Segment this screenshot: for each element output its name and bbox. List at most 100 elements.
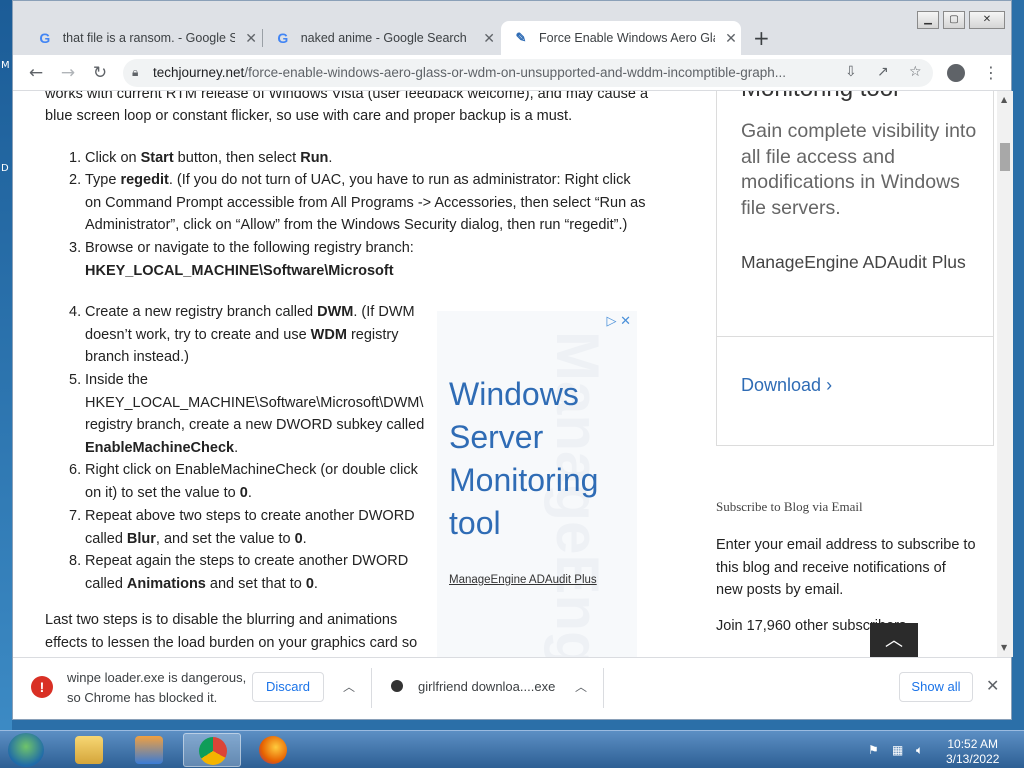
tab-force-aero[interactable]: ✎ Force Enable Windows Aero Glass ✕ <box>501 21 741 55</box>
step-number: 6. <box>69 462 82 478</box>
subscribe-heading: Subscribe to Blog via Email <box>716 499 863 514</box>
step-bold-text: Run <box>300 150 329 166</box>
ad-banner[interactable]: ManageEngine ▷ ✕ Windows Server Monitori… <box>437 311 637 657</box>
step-text: on Command Prompt accessible from All Pr… <box>85 194 646 211</box>
step-line: branch instead.) <box>85 346 415 369</box>
close-shelf-icon[interactable]: ✕ <box>986 676 999 696</box>
reload-icon[interactable]: ↻ <box>89 62 111 84</box>
firefox-icon <box>259 736 287 764</box>
show-all-button[interactable]: Show all <box>899 672 973 702</box>
step-text: on it) to set the value to <box>85 484 240 501</box>
sidebar-ad-card[interactable]: Monitoring tool Gain complete visibility… <box>716 91 994 446</box>
step-bold-text: 0 <box>239 484 248 501</box>
google-icon: G <box>39 30 51 46</box>
step-text: registry <box>346 326 399 343</box>
step-bold-text: DWM <box>317 304 354 320</box>
step-text: Type <box>85 172 121 188</box>
lock-icon[interactable]: 🔒︎ <box>132 65 138 80</box>
step-text: Click on <box>85 150 141 166</box>
step-text: Create a new registry branch called <box>85 304 318 320</box>
desktop-icon-label: D <box>1 163 9 174</box>
step-text: doesn’t work, try to create and use <box>85 326 311 343</box>
ad-choices-icon[interactable]: ▷ ✕ <box>606 313 631 329</box>
system-tray: ⚑ ▦ 🔈︎ 10:52 AM 3/13/2022 <box>858 733 1024 767</box>
browser-window: G that file is a ransom. - Google Se ✕ G… <box>12 0 1013 720</box>
chevron-up-icon[interactable]: ︿ <box>575 678 587 695</box>
step-number: 3. <box>69 240 82 256</box>
article-paragraph: Last two steps is to disable the blurrin… <box>45 612 398 628</box>
scroll-up-icon[interactable]: ▲ <box>1001 95 1007 104</box>
step-line: Administrator”, click on “Allow” from th… <box>85 214 646 237</box>
install-icon[interactable]: ⇩ <box>845 64 857 80</box>
step-text: . (If DWM <box>353 304 415 320</box>
card-divider <box>717 336 993 337</box>
step-line: doesn’t work, try to create and use WDM … <box>85 324 415 347</box>
media-player-taskbar-button[interactable] <box>120 733 178 767</box>
step-text: Right click on EnableMachineCheck (or do… <box>85 462 418 478</box>
chrome-taskbar-button[interactable] <box>183 733 241 767</box>
site-favicon-icon: ✎ <box>515 30 527 45</box>
tab-google-ransom[interactable]: G that file is a ransom. - Google Se ✕ <box>27 21 259 55</box>
action-center-flag-icon[interactable]: ⚑ <box>868 743 882 757</box>
chevron-right-icon: › <box>826 375 833 395</box>
share-icon[interactable]: ↗ <box>877 64 889 80</box>
address-bar[interactable]: 🔒︎ techjourney.net/force-enable-windows-… <box>123 59 933 87</box>
download-filename[interactable]: girlfriend downloa....exe <box>418 679 555 694</box>
scroll-down-icon[interactable]: ▼ <box>1001 643 1007 652</box>
menu-kebab-icon[interactable]: ⋮ <box>983 63 999 82</box>
step-item: 5. Inside the HKEY_LOCAL_MACHINE\Software\… <box>69 369 424 459</box>
step-text: Repeat again the steps to create another… <box>85 553 409 569</box>
start-button[interactable] <box>8 733 44 767</box>
step-line: Repeat again the steps to create another… <box>85 550 408 573</box>
discard-button[interactable]: Discard <box>252 672 324 702</box>
explorer-taskbar-button[interactable] <box>60 733 118 767</box>
back-to-top-button[interactable]: ︿ <box>870 623 918 657</box>
step-line: registry branch, create a new DWORD subk… <box>85 414 424 437</box>
step-item: 3. Browse or navigate to the following re… <box>69 237 414 282</box>
minimize-button[interactable]: ▁ <box>917 11 939 29</box>
firefox-taskbar-button[interactable] <box>244 733 302 767</box>
step-text: branch instead.) <box>85 349 189 365</box>
tab-strip: G that file is a ransom. - Google Se ✕ G… <box>13 1 1011 55</box>
step-text: . <box>313 575 318 592</box>
scrollbar-thumb[interactable] <box>1000 143 1010 171</box>
step-line: Inside the <box>85 369 424 392</box>
close-tab-icon[interactable]: ✕ <box>723 30 739 47</box>
ad-headline[interactable]: Windows Server Monitoring tool <box>449 373 635 545</box>
network-icon[interactable]: ▦ <box>892 743 906 757</box>
step-text: called <box>85 575 127 592</box>
step-line: Browse or navigate to the following regi… <box>85 237 414 260</box>
close-tab-icon[interactable]: ✕ <box>243 30 259 47</box>
chrome-icon <box>199 737 227 765</box>
maximize-button[interactable]: ▢ <box>943 11 965 29</box>
step-text: Administrator”, click on “Allow” from th… <box>85 217 628 233</box>
bookmark-star-icon[interactable]: ☆ <box>909 64 922 80</box>
chevron-up-icon[interactable]: ︿ <box>343 678 355 695</box>
back-icon[interactable]: ← <box>25 62 47 84</box>
close-tab-icon[interactable]: ✕ <box>481 30 497 47</box>
step-number: 2. <box>69 172 82 188</box>
ad-sponsor-link[interactable]: ManageEngine ADAudit Plus <box>449 574 597 586</box>
step-item: 1. Click on Start button, then select Run… <box>69 147 333 170</box>
download-link[interactable]: Download › <box>741 375 832 396</box>
new-tab-button[interactable]: + <box>753 26 770 50</box>
url-text[interactable]: techjourney.net/force-enable-windows-aer… <box>153 65 833 80</box>
step-text: registry branch, create a new DWORD subk… <box>85 417 425 433</box>
close-window-button[interactable]: ✕ <box>969 11 1005 29</box>
step-text: . <box>328 150 333 166</box>
step-text: . (If you do not turn of UAC, you have t… <box>168 172 631 188</box>
tab-google-anime[interactable]: G naked anime - Google Search ✕ <box>265 21 497 55</box>
danger-icon: ! <box>31 676 53 698</box>
shelf-divider <box>603 668 604 708</box>
download-shelf: ! winpe loader.exe is dangerous, so Chro… <box>13 657 1011 717</box>
page-scrollbar[interactable]: ▲ ▼ <box>997 91 1013 657</box>
step-line: called Animations and set that to 0. <box>85 573 408 596</box>
volume-icon[interactable]: 🔈︎ <box>916 743 930 757</box>
tab-title: naked anime - Google Search <box>300 31 467 45</box>
clock[interactable]: 10:52 AM 3/13/2022 <box>946 737 999 767</box>
profile-avatar-icon[interactable] <box>947 64 965 82</box>
forward-icon[interactable]: → <box>57 62 79 84</box>
warning-line: winpe loader.exe is dangerous, <box>67 670 247 685</box>
step-line: on it) to set the value to 0. <box>85 482 418 505</box>
step-bold-text: HKEY_LOCAL_MACHINE\Software\Microsoft <box>85 262 394 279</box>
